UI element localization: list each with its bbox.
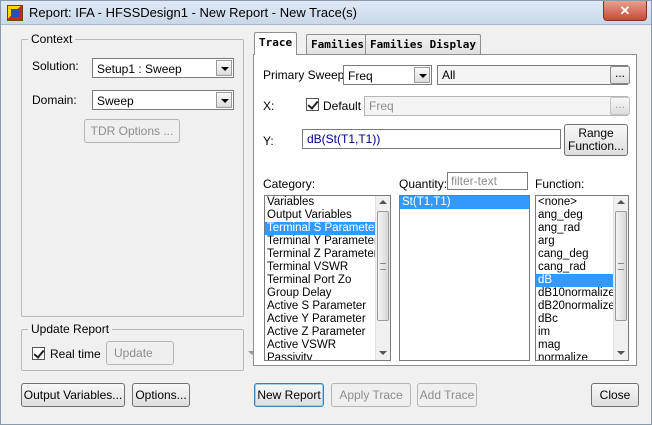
tab-families-display[interactable]: Families Display xyxy=(365,34,481,54)
category-list-item[interactable]: Terminal Y Parameter xyxy=(265,235,390,248)
context-legend: Context xyxy=(28,32,76,46)
scroll-down-icon[interactable] xyxy=(614,346,628,360)
context-group: Context Solution: Setup1 : Sweep Domain:… xyxy=(21,32,244,317)
tdr-options-button[interactable]: TDR Options ... xyxy=(84,119,180,143)
category-list-item[interactable]: Active Y Parameter xyxy=(265,313,390,326)
report-dialog: Report: IFA - HFSSDesign1 - New Report -… xyxy=(0,0,652,425)
quantity-listbox[interactable]: St(T1,T1) xyxy=(399,195,530,361)
scroll-thumb[interactable] xyxy=(615,211,627,321)
solution-value: Setup1 : Sweep xyxy=(97,62,182,76)
category-list-item[interactable]: Output Variables xyxy=(265,209,390,222)
category-list-item[interactable]: Group Delay xyxy=(265,287,390,300)
primary-sweep-range-field[interactable]: All xyxy=(437,65,628,85)
y-label: Y: xyxy=(263,134,274,148)
realtime-checkbox[interactable] xyxy=(32,347,45,360)
tab-trace[interactable]: Trace xyxy=(254,32,298,55)
primary-sweep-browse-button[interactable]: ... xyxy=(610,66,630,84)
title-bar[interactable]: Report: IFA - HFSSDesign1 - New Report -… xyxy=(1,1,651,25)
x-expression-field[interactable]: Freq xyxy=(364,96,628,116)
category-scrollbar[interactable] xyxy=(375,196,390,360)
category-list-item[interactable]: Variables xyxy=(265,196,390,209)
category-items: Variables Output Variables Terminal S Para… xyxy=(265,196,390,360)
update-report-legend: Update Report xyxy=(28,322,113,336)
function-scrollbar[interactable] xyxy=(613,196,628,360)
quantity-filter-input[interactable]: filter-text xyxy=(447,172,528,190)
category-list-item[interactable]: Terminal VSWR xyxy=(265,261,390,274)
x-expression-value: Freq xyxy=(369,99,394,113)
window-title: Report: IFA - HFSSDesign1 - New Report -… xyxy=(29,5,357,20)
function-listbox[interactable]: <none> ang_deg ang_rad arg cang_deg cang_rad d… xyxy=(535,195,629,361)
primary-sweep-label: Primary Sweep: xyxy=(263,68,348,82)
update-button[interactable]: Update xyxy=(106,341,256,365)
apply-trace-button[interactable]: Apply Trace xyxy=(331,383,411,407)
category-list-item[interactable]: Active VSWR xyxy=(265,339,390,352)
scroll-up-icon[interactable] xyxy=(376,196,390,210)
quantity-filter-placeholder: filter-text xyxy=(451,174,498,188)
range-function-line2: Function... xyxy=(567,139,625,153)
default-x-label: Default xyxy=(323,99,362,113)
quantity-label: Quantity: xyxy=(399,177,448,191)
chevron-down-icon[interactable] xyxy=(216,60,232,76)
y-expression-input[interactable]: dB(St(T1,T1)) xyxy=(302,129,561,149)
default-x-checkbox[interactable] xyxy=(306,98,319,111)
scroll-thumb[interactable] xyxy=(377,211,389,321)
options-button[interactable]: Options... xyxy=(132,383,190,407)
output-variables-button[interactable]: Output Variables... xyxy=(21,383,125,407)
domain-label: Domain: xyxy=(32,93,77,107)
category-list-item[interactable]: Terminal S Parameter xyxy=(265,222,390,235)
function-label: Function: xyxy=(535,177,585,191)
tab-families[interactable]: Families xyxy=(306,34,369,54)
x-browse-button[interactable]: ... xyxy=(610,97,630,115)
category-list-item[interactable]: Active S Parameter xyxy=(265,300,390,313)
window-close-button[interactable]: ✕ xyxy=(603,1,647,21)
category-label: Category: xyxy=(263,177,316,191)
scroll-down-icon[interactable] xyxy=(376,346,390,360)
primary-sweep-dropdown[interactable]: Freq xyxy=(343,65,432,85)
quantity-list-item[interactable]: St(T1,T1) xyxy=(400,196,529,209)
update-button-label: Update xyxy=(114,346,153,360)
add-trace-button[interactable]: Add Trace xyxy=(417,383,477,407)
category-list-item[interactable]: Passivity xyxy=(265,352,390,360)
x-label: X: xyxy=(263,99,275,113)
chevron-down-icon[interactable] xyxy=(414,67,430,83)
scroll-up-icon[interactable] xyxy=(614,196,628,210)
category-listbox[interactable]: Variables Output Variables Terminal S Para… xyxy=(264,195,391,361)
solution-dropdown[interactable]: Setup1 : Sweep xyxy=(92,58,234,78)
update-report-group: Update Report Real time Update xyxy=(21,322,256,371)
category-list-item[interactable]: Terminal Port Zo xyxy=(265,274,390,287)
trace-tab-panel: Primary Sweep: Freq All ... X: Default F… xyxy=(253,54,637,366)
category-list-item[interactable]: Terminal Z Parameter xyxy=(265,248,390,261)
primary-sweep-value: Freq xyxy=(348,69,373,83)
hfss-app-icon xyxy=(7,5,23,21)
new-report-button[interactable]: New Report xyxy=(254,383,324,407)
domain-value: Sweep xyxy=(97,94,134,108)
close-icon: ✕ xyxy=(619,3,631,18)
close-button[interactable]: Close xyxy=(591,383,639,407)
domain-dropdown[interactable]: Sweep xyxy=(92,90,234,110)
y-expression-value: dB(St(T1,T1)) xyxy=(307,132,381,146)
chevron-down-icon[interactable] xyxy=(216,92,232,108)
quantity-items: St(T1,T1) xyxy=(400,196,529,209)
primary-sweep-range-value: All xyxy=(442,68,456,82)
category-list-item[interactable]: Active Z Parameter xyxy=(265,326,390,339)
range-function-button[interactable]: Range Function... xyxy=(564,124,628,156)
solution-label: Solution: xyxy=(32,59,79,73)
realtime-label: Real time xyxy=(50,347,101,361)
